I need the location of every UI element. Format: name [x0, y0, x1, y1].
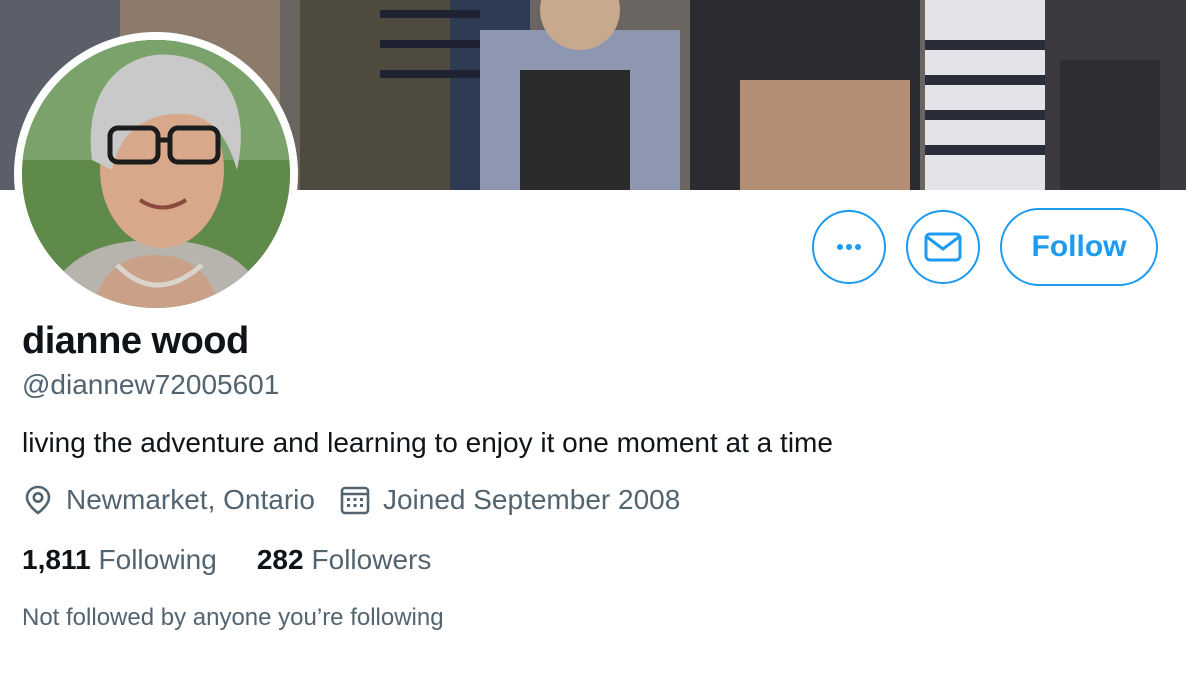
more-button[interactable] — [812, 210, 886, 284]
avatar-photo — [22, 40, 290, 308]
profile-actions: Follow — [812, 208, 1158, 286]
following-label: Following — [98, 544, 217, 575]
mutual-followers-note: Not followed by anyone you’re following — [22, 604, 444, 631]
avatar[interactable] — [22, 40, 290, 308]
joined-item: Joined September 2008 — [339, 484, 680, 516]
location-text: Newmarket, Ontario — [66, 484, 315, 515]
display-name: dianne wood — [22, 320, 249, 362]
followers-link[interactable]: 282 Followers — [257, 544, 432, 576]
follow-button[interactable]: Follow — [1000, 208, 1158, 286]
followers-count: 282 — [256, 544, 304, 575]
following-count: 1,811 — [22, 544, 91, 575]
location-pin-icon — [22, 484, 54, 516]
profile-bio: living the adventure and learning to enj… — [22, 427, 833, 458]
username-handle: @diannew72005601 — [22, 369, 280, 400]
message-button[interactable] — [906, 210, 980, 284]
location-item: Newmarket, Ontario — [22, 484, 315, 516]
mail-icon — [924, 232, 962, 262]
followers-label: Followers — [311, 544, 432, 575]
follow-stats: 1,811 Following 282 Followers — [22, 544, 471, 576]
joined-text: Joined September 2008 — [382, 484, 681, 515]
calendar-icon — [339, 484, 371, 516]
more-icon — [837, 244, 861, 250]
profile-meta: Newmarket, Ontario Joined September 2008 — [22, 484, 704, 516]
following-link[interactable]: 1,811 Following — [22, 544, 217, 576]
